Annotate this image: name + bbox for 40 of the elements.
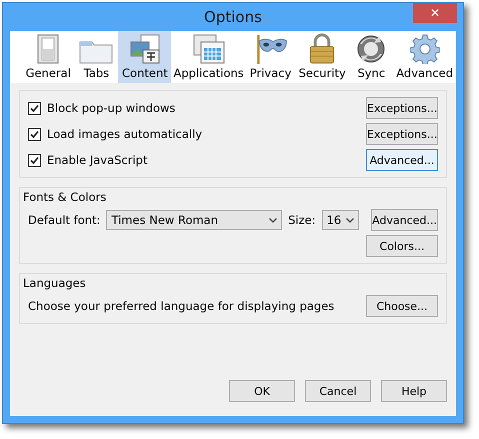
toolbar-tab[interactable]: Advanced [393,31,456,83]
toolbar-tab[interactable]: Privacy [246,31,296,83]
toolbar-tab[interactable]: Content [118,31,172,83]
toolbar-tab[interactable]: Sync [349,31,394,83]
toolbar-tab[interactable]: Tabs [74,31,118,83]
gear-icon [410,34,440,64]
colors-button[interactable]: Colors... [366,235,438,257]
option-button[interactable]: Exceptions... [366,97,438,119]
switch-icon [37,34,60,64]
languages-text: Choose your preferred language for displaying pages [28,299,334,313]
dialog-button[interactable]: Cancel [305,380,371,402]
checkbox[interactable] [28,128,41,140]
window-title: Options [204,8,262,26]
field-label: Default font: [28,213,100,227]
toolbar-tab[interactable]: General [22,31,74,83]
group-title: Languages [23,276,87,290]
advanced-button[interactable]: Advanced... [371,209,438,231]
calendar-icon [192,34,225,64]
dialog-button[interactable]: Help [381,380,447,402]
close-button[interactable]: ✕ [413,3,457,23]
field-label: Size: [288,213,316,227]
checkbox-label: Enable JavaScript [47,153,148,167]
toolbar-tab[interactable]: Applications [171,31,246,83]
font-dropdown[interactable]: Times New Roman [106,210,282,230]
option-button[interactable]: Advanced... [366,149,438,171]
sync-icon [356,34,386,64]
size-dropdown[interactable]: 16 [322,210,360,230]
caret-icon [346,218,354,222]
option-button[interactable]: Exceptions... [366,123,438,145]
checkbox[interactable] [28,102,41,114]
pictures-icon [128,34,161,64]
group-title: Fonts & Colors [23,190,108,204]
checkbox-label: Block pop-up windows [47,101,176,115]
dialog-button[interactable]: OK [229,380,295,402]
toolbar-tab[interactable]: Security [295,31,350,83]
checkbox[interactable] [28,154,41,166]
padlock-icon [308,33,336,64]
caret-icon [269,218,278,222]
choose-button[interactable]: Choose... [366,295,438,317]
checkbox-label: Load images automatically [47,127,202,141]
